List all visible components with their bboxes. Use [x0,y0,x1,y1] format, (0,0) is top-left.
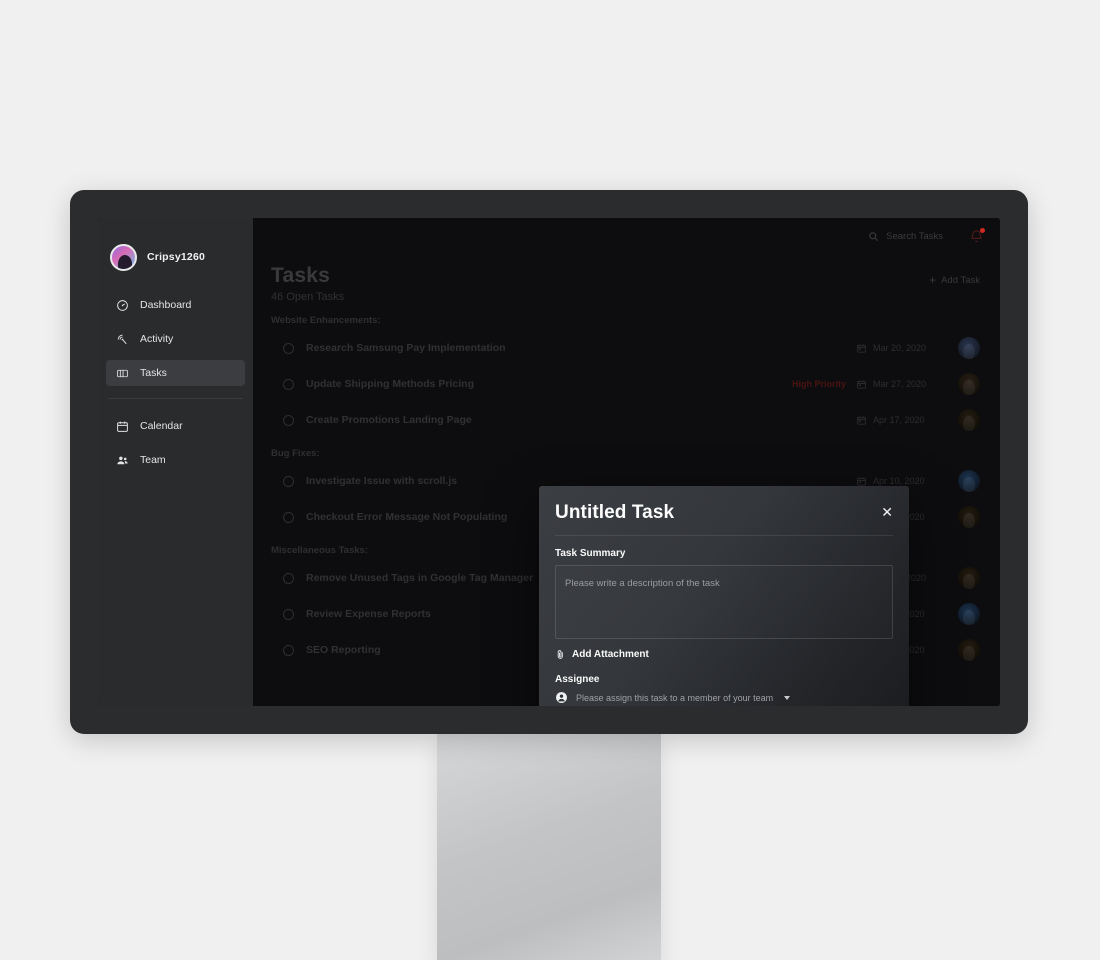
calendar-icon [856,415,867,426]
task-meta: High Priority Mar 27, 2020 [792,373,980,395]
assignee-select[interactable]: Please assign this task to a member of y… [555,691,893,704]
sidebar: Cripsy1260 Dashboard Activity Tasks Cale… [98,218,253,706]
task-checkbox[interactable] [283,572,294,584]
search-input[interactable]: Search Tasks [868,231,943,242]
task-checkbox[interactable] [283,644,294,656]
calendar-icon [856,343,867,354]
avatar [958,470,980,492]
avatar [958,603,980,625]
person-icon [555,691,568,704]
sidebar-item-label: Tasks [140,367,167,379]
sidebar-nav: Dashboard Activity Tasks Calendar Team [98,292,253,473]
task-due-date: Apr 17, 2020 [856,415,948,426]
screenshot-scene: Cripsy1260 Dashboard Activity Tasks Cale… [0,0,1100,960]
paperclip-icon [555,648,566,661]
add-attachment-label: Add Attachment [572,649,649,660]
task-checkbox[interactable] [283,511,294,523]
task-group-title: Bug Fixes: [271,448,320,459]
search-icon [868,231,879,242]
plus-icon: + [929,273,937,287]
team-icon [116,454,129,467]
calendar-icon [856,476,867,487]
sidebar-item-label: Activity [140,333,174,345]
activity-icon [116,333,129,346]
calendar-icon [856,379,867,390]
avatar [958,506,980,528]
sidebar-item-calendar[interactable]: Calendar [106,413,245,439]
page-title: Tasks [271,264,330,287]
task-title: SEO Reporting [306,644,381,656]
task-date-text: Mar 20, 2020 [873,343,927,353]
open-task-count: 46 Open Tasks [271,291,345,303]
create-task-modal: Untitled Task ✕ Task Summary Please writ… [539,486,909,706]
task-title: Checkout Error Message Not Populating [306,511,508,523]
notification-badge [980,227,985,233]
avatar [958,373,980,395]
add-task-button[interactable]: + Add Task [929,274,980,286]
task-title: Create Promotions Landing Page [306,414,472,426]
avatar [958,567,980,589]
sidebar-item-label: Dashboard [140,299,192,311]
table-row[interactable]: Research Samsung Pay Implementation Mar 2… [271,330,1000,366]
table-row[interactable]: Update Shipping Methods Pricing High Prio… [271,366,1000,402]
avatar [110,243,137,271]
sidebar-item-label: Team [140,454,166,466]
task-checkbox[interactable] [283,342,294,354]
task-date-text: Apr 17, 2020 [873,415,925,425]
page-header: Tasks 46 Open Tasks + Add Task [253,254,1000,303]
sidebar-item-label: Calendar [140,420,183,432]
modal-divider [555,535,893,536]
modal-header: Untitled Task ✕ [555,502,893,524]
table-row[interactable]: Create Promotions Landing Page Apr 17, 20… [271,402,1000,438]
avatar [958,639,980,661]
avatar [958,337,980,359]
task-group-title: Website Enhancements: [271,315,381,326]
status-badge: High Priority [791,379,846,389]
monitor-screen: Cripsy1260 Dashboard Activity Tasks Cale… [98,218,1000,706]
task-summary-label: Task Summary [555,548,626,559]
task-title: Research Samsung Pay Implementation [306,342,506,354]
task-due-date: Apr 10, 2020 [856,476,948,487]
task-title: Remove Unused Tags in Google Tag Manager [306,572,534,584]
assignee-value: Please assign this task to a member of y… [576,692,774,703]
task-title: Investigate Issue with scroll.js [306,475,458,487]
sidebar-divider [108,398,243,399]
profile-name: Cripsy1260 [147,251,206,263]
dashboard-icon [116,299,129,312]
sidebar-item-tasks[interactable]: Tasks [106,360,245,386]
avatar [958,409,980,431]
sidebar-item-team[interactable]: Team [106,447,245,473]
monitor-stand [437,732,661,960]
calendar-icon [116,420,129,433]
add-attachment-button[interactable]: Add Attachment [555,648,893,661]
task-checkbox[interactable] [283,608,294,620]
task-summary-input[interactable]: Please write a description of the task [555,565,893,639]
top-bar: Search Tasks [253,218,1000,254]
task-checkbox[interactable] [283,475,294,487]
task-title: Update Shipping Methods Pricing [306,378,474,390]
task-summary-placeholder: Please write a description of the task [565,578,720,589]
task-due-date: Mar 27, 2020 [856,379,948,390]
chevron-down-icon [784,695,791,700]
tasks-icon [116,367,129,380]
sidebar-profile[interactable]: Cripsy1260 [98,232,253,276]
task-meta: Mar 20, 2020 [846,337,980,359]
monitor-frame: Cripsy1260 Dashboard Activity Tasks Cale… [70,190,1028,734]
task-due-date: Mar 20, 2020 [856,343,948,354]
task-checkbox[interactable] [283,378,294,390]
sidebar-item-dashboard[interactable]: Dashboard [106,292,245,318]
sidebar-item-activity[interactable]: Activity [106,326,245,352]
task-date-text: Apr 10, 2020 [873,476,925,486]
notifications-button[interactable] [969,227,985,244]
task-checkbox[interactable] [283,414,294,426]
task-title: Review Expense Reports [306,608,431,620]
assignee-label: Assignee [555,674,600,685]
task-date-text: Mar 27, 2020 [873,379,927,389]
add-task-label: Add Task [941,274,980,286]
modal-title: Untitled Task [555,502,675,523]
task-meta: Apr 17, 2020 [846,409,980,431]
search-placeholder: Search Tasks [886,230,943,242]
close-icon[interactable]: ✕ [881,505,893,519]
